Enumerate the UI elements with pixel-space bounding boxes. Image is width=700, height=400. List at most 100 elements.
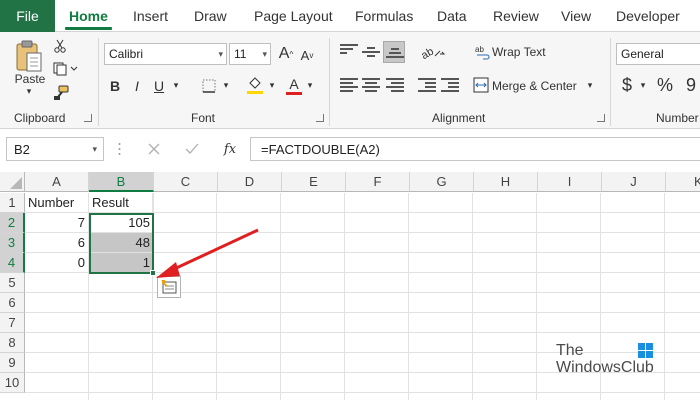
increase-indent-icon[interactable] [441,78,459,92]
fill-color-button[interactable] [244,74,266,96]
column-header-h[interactable]: H [474,172,538,192]
column-header-k[interactable]: K [666,172,700,192]
wrap-text-button[interactable]: Wrap Text [492,42,552,62]
row-header-5[interactable]: 5 [0,273,25,293]
cell-a4[interactable]: 0 [25,253,89,273]
font-size-value: 11 [234,47,247,61]
merge-center-button[interactable]: Merge & Center [492,76,582,96]
row-header-4[interactable]: 4 [0,253,25,273]
row-header-8[interactable]: 8 [0,333,25,353]
cell-a3[interactable]: 6 [25,233,89,253]
currency-dropdown-icon[interactable]: ▾ [637,78,649,92]
watermark-line1: The [556,342,584,359]
borders-button[interactable] [198,76,220,96]
tab-file[interactable]: File [0,0,55,32]
column-header-b[interactable]: B [89,172,154,192]
align-right-icon[interactable] [386,78,404,92]
row-header-9[interactable]: 9 [0,353,25,373]
tab-insert[interactable]: Insert [133,0,168,32]
grow-font-button[interactable]: A ^ [277,44,295,64]
shrink-font-label: A [300,47,310,63]
tab-formulas[interactable]: Formulas [355,0,413,32]
font-size-select[interactable]: 11 ▾ [229,43,271,65]
align-center-icon[interactable] [362,78,380,92]
column-header-i[interactable]: I [538,172,602,192]
name-box-value: B2 [14,141,30,157]
paste-button[interactable] [12,38,46,76]
alignment-launcher-icon[interactable] [597,114,605,122]
align-left-icon[interactable] [340,78,358,92]
enter-icon[interactable] [184,141,200,157]
middle-align-icon[interactable] [362,47,380,61]
font-color-button[interactable]: A [284,74,304,96]
paste-dropdown-icon[interactable]: ▾ [23,86,35,96]
borders-dropdown-icon[interactable]: ▾ [220,78,232,92]
row-header-1[interactable]: 1 [0,193,25,213]
row-header-2[interactable]: 2 [0,213,25,233]
percent-format-button[interactable]: % [654,74,676,96]
column-header-e[interactable]: E [282,172,346,192]
watermark-line2: WindowsClub [556,359,654,376]
merge-center-dropdown-icon[interactable]: ▾ [584,78,596,92]
cell-a1[interactable]: Number [25,193,89,213]
tab-review[interactable]: Review [493,0,539,32]
cell-b1[interactable]: Result [89,193,154,213]
row-header-6[interactable]: 6 [0,293,25,313]
bold-button[interactable]: B [106,76,124,96]
grow-font-label: A [278,45,290,62]
ribbon-tab-bar: File Home Insert Draw Page Layout Formul… [0,0,700,32]
cell-b3[interactable]: 48 [89,233,154,253]
font-name-value: Calibri [109,47,144,61]
cell-b2[interactable]: 105 [89,213,154,233]
tab-home[interactable]: Home [65,0,112,32]
select-all-button[interactable] [0,172,25,192]
tab-page-layout[interactable]: Page Layout [254,0,333,32]
fx-icon[interactable]: fx [220,140,240,158]
orientation-icon: ab [419,46,446,61]
format-painter-icon[interactable] [52,84,70,102]
tab-developer[interactable]: Developer [616,0,680,32]
top-align-icon[interactable] [340,44,358,58]
row-header-7[interactable]: 7 [0,313,25,333]
orientation-button[interactable]: ab [418,42,448,62]
cell-b4[interactable]: 1 [89,253,154,273]
fill-color-dropdown-icon[interactable]: ▾ [266,78,278,92]
cell-a2[interactable]: 7 [25,213,89,233]
font-name-select[interactable]: Calibri ▾ [104,43,227,65]
column-header-j[interactable]: J [602,172,666,192]
fill-color-icon [247,77,263,94]
copy-icon[interactable] [52,61,80,77]
column-header-d[interactable]: D [218,172,282,192]
tab-data[interactable]: Data [437,0,467,32]
font-launcher-icon[interactable] [316,114,324,122]
formula-bar-grip-icon[interactable] [118,141,121,157]
cancel-icon[interactable] [146,141,162,157]
column-header-f[interactable]: F [346,172,410,192]
clipboard-group-label: Clipboard [14,111,66,125]
number-format-select[interactable]: General [616,43,700,65]
bottom-align-button[interactable] [383,41,405,63]
cut-icon[interactable] [52,38,68,54]
name-box[interactable]: B2 ▾ [6,137,104,161]
column-header-c[interactable]: C [154,172,218,192]
currency-format-button[interactable]: $ [619,74,635,96]
paste-label[interactable]: Paste [14,72,46,86]
font-color-dropdown-icon[interactable]: ▾ [304,78,316,92]
decrease-indent-icon[interactable] [418,78,436,92]
chevron-down-icon: ▾ [218,49,223,59]
tab-view[interactable]: View [561,0,591,32]
italic-button[interactable]: I [128,76,146,96]
formula-input[interactable]: =FACTDOUBLE(A2) [250,137,700,161]
column-header-g[interactable]: G [410,172,474,192]
alignment-group-label: Alignment [432,111,486,125]
row-header-3[interactable]: 3 [0,233,25,253]
shrink-font-button[interactable]: Av [298,45,316,65]
comma-style-button[interactable]: 9 [683,74,699,96]
svg-text:ab: ab [419,46,436,61]
column-header-a[interactable]: A [25,172,89,192]
row-header-10[interactable]: 10 [0,373,25,393]
clipboard-launcher-icon[interactable] [84,114,92,122]
underline-dropdown-icon[interactable]: ▾ [170,78,182,92]
underline-button[interactable]: U [150,76,168,96]
tab-draw[interactable]: Draw [194,0,227,32]
